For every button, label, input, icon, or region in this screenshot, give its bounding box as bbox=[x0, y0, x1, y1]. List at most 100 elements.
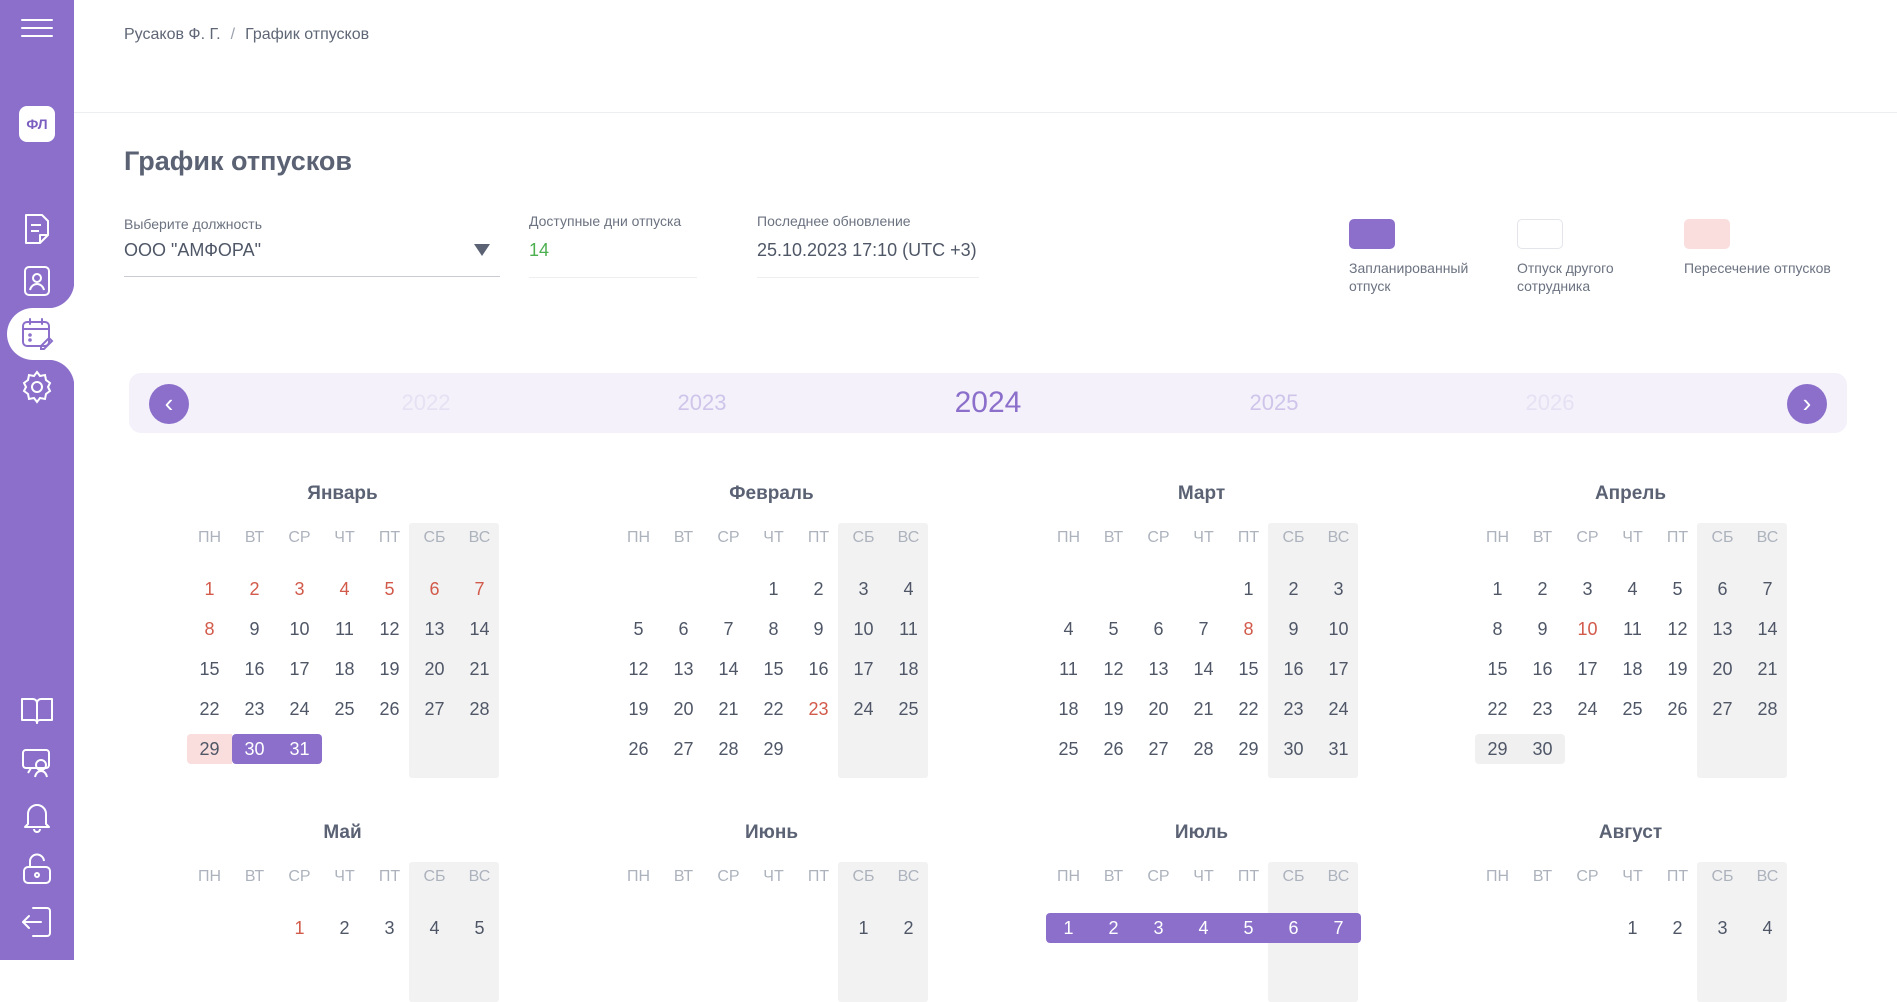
sidebar-item-knowledge-base[interactable] bbox=[0, 685, 74, 735]
sidebar-item-settings[interactable] bbox=[0, 362, 74, 412]
calendar-day[interactable]: 9 bbox=[796, 614, 841, 644]
calendar-day[interactable]: 24 bbox=[1316, 694, 1361, 724]
calendar-day[interactable]: 2 bbox=[1271, 574, 1316, 604]
calendar-day[interactable]: 28 bbox=[706, 734, 751, 764]
year-2026[interactable]: 2026 bbox=[1526, 373, 1575, 433]
calendar-day[interactable]: 3 bbox=[367, 913, 412, 943]
calendar-day[interactable]: 22 bbox=[1226, 694, 1271, 724]
sidebar-item-logout[interactable] bbox=[0, 897, 74, 947]
sidebar-item-access[interactable] bbox=[0, 844, 74, 894]
calendar-day[interactable]: 5 bbox=[1226, 913, 1271, 943]
calendar-day[interactable]: 1 bbox=[1046, 913, 1091, 943]
calendar-day[interactable]: 5 bbox=[1091, 614, 1136, 644]
calendar-day[interactable]: 2 bbox=[1091, 913, 1136, 943]
calendar-day[interactable]: 12 bbox=[1091, 654, 1136, 684]
calendar-day[interactable]: 13 bbox=[412, 614, 457, 644]
calendar-day[interactable]: 27 bbox=[661, 734, 706, 764]
calendar-day[interactable]: 25 bbox=[886, 694, 931, 724]
sidebar-item-notifications[interactable] bbox=[0, 791, 74, 841]
calendar-day[interactable]: 18 bbox=[1610, 654, 1655, 684]
calendar-day[interactable]: 16 bbox=[1520, 654, 1565, 684]
calendar-day[interactable]: 27 bbox=[412, 694, 457, 724]
year-2022[interactable]: 2022 bbox=[402, 373, 451, 433]
calendar-day[interactable]: 7 bbox=[457, 574, 502, 604]
breadcrumb-user[interactable]: Русаков Ф. Г. bbox=[124, 26, 221, 44]
calendar-day[interactable]: 2 bbox=[232, 574, 277, 604]
calendar-day[interactable]: 22 bbox=[751, 694, 796, 724]
calendar-day[interactable]: 7 bbox=[1316, 913, 1361, 943]
calendar-day[interactable]: 30 bbox=[1271, 734, 1316, 764]
calendar-day[interactable]: 2 bbox=[796, 574, 841, 604]
calendar-day[interactable]: 1 bbox=[187, 574, 232, 604]
calendar-day[interactable]: 1 bbox=[1475, 574, 1520, 604]
calendar-day[interactable]: 25 bbox=[322, 694, 367, 724]
calendar-day[interactable]: 3 bbox=[1316, 574, 1361, 604]
calendar-day[interactable]: 8 bbox=[1226, 614, 1271, 644]
calendar-day[interactable]: 4 bbox=[1745, 913, 1790, 943]
calendar-day[interactable]: 16 bbox=[796, 654, 841, 684]
calendar-day[interactable]: 8 bbox=[751, 614, 796, 644]
dropdown-arrow-icon[interactable] bbox=[474, 244, 490, 256]
calendar-day[interactable]: 24 bbox=[277, 694, 322, 724]
calendar-day[interactable]: 3 bbox=[277, 574, 322, 604]
calendar-day[interactable]: 14 bbox=[457, 614, 502, 644]
calendar-day[interactable]: 2 bbox=[1520, 574, 1565, 604]
prev-year-button[interactable]: ‹ bbox=[149, 384, 189, 424]
calendar-day[interactable]: 29 bbox=[187, 734, 232, 764]
calendar-day[interactable]: 20 bbox=[1700, 654, 1745, 684]
calendar-day[interactable]: 26 bbox=[1655, 694, 1700, 724]
calendar-day[interactable]: 12 bbox=[616, 654, 661, 684]
calendar-day[interactable]: 23 bbox=[1520, 694, 1565, 724]
calendar-day[interactable]: 18 bbox=[1046, 694, 1091, 724]
calendar-day[interactable]: 14 bbox=[1745, 614, 1790, 644]
calendar-day[interactable]: 3 bbox=[1700, 913, 1745, 943]
calendar-day[interactable]: 10 bbox=[1565, 614, 1610, 644]
calendar-day[interactable]: 11 bbox=[1046, 654, 1091, 684]
calendar-day[interactable]: 15 bbox=[1475, 654, 1520, 684]
calendar-day[interactable]: 12 bbox=[1655, 614, 1700, 644]
position-select[interactable]: ООО "АМФОРА" bbox=[124, 240, 261, 261]
calendar-day[interactable]: 4 bbox=[1046, 614, 1091, 644]
calendar-day[interactable]: 23 bbox=[796, 694, 841, 724]
calendar-day[interactable]: 20 bbox=[1136, 694, 1181, 724]
calendar-day[interactable]: 1 bbox=[841, 913, 886, 943]
calendar-day[interactable]: 17 bbox=[1565, 654, 1610, 684]
calendar-day[interactable]: 19 bbox=[367, 654, 412, 684]
calendar-day[interactable]: 6 bbox=[661, 614, 706, 644]
calendar-day[interactable]: 17 bbox=[1316, 654, 1361, 684]
calendar-day[interactable]: 6 bbox=[1700, 574, 1745, 604]
calendar-day[interactable]: 6 bbox=[412, 574, 457, 604]
year-2023[interactable]: 2023 bbox=[678, 373, 727, 433]
calendar-day[interactable]: 13 bbox=[661, 654, 706, 684]
calendar-day[interactable]: 30 bbox=[1520, 734, 1565, 764]
calendar-day[interactable]: 12 bbox=[367, 614, 412, 644]
menu-button[interactable] bbox=[0, 3, 74, 53]
company-logo[interactable]: ФЛ bbox=[19, 106, 55, 142]
calendar-day[interactable]: 26 bbox=[1091, 734, 1136, 764]
calendar-day[interactable]: 19 bbox=[616, 694, 661, 724]
calendar-day[interactable]: 22 bbox=[187, 694, 232, 724]
calendar-day[interactable]: 4 bbox=[1610, 574, 1655, 604]
calendar-day[interactable]: 25 bbox=[1046, 734, 1091, 764]
calendar-day[interactable]: 19 bbox=[1091, 694, 1136, 724]
calendar-day[interactable]: 2 bbox=[1655, 913, 1700, 943]
calendar-day[interactable]: 4 bbox=[322, 574, 367, 604]
calendar-day[interactable]: 15 bbox=[1226, 654, 1271, 684]
calendar-day[interactable]: 28 bbox=[1745, 694, 1790, 724]
calendar-day[interactable]: 2 bbox=[322, 913, 367, 943]
calendar-day[interactable]: 29 bbox=[1226, 734, 1271, 764]
calendar-day[interactable]: 15 bbox=[751, 654, 796, 684]
calendar-day[interactable]: 9 bbox=[1271, 614, 1316, 644]
calendar-day[interactable]: 30 bbox=[232, 734, 277, 764]
calendar-day[interactable]: 11 bbox=[1610, 614, 1655, 644]
calendar-day[interactable]: 1 bbox=[1226, 574, 1271, 604]
sidebar-item-employee[interactable] bbox=[0, 256, 74, 306]
calendar-day[interactable]: 27 bbox=[1700, 694, 1745, 724]
calendar-day[interactable]: 7 bbox=[1745, 574, 1790, 604]
sidebar-item-documents[interactable] bbox=[0, 204, 74, 254]
calendar-day[interactable]: 3 bbox=[1565, 574, 1610, 604]
calendar-day[interactable]: 14 bbox=[1181, 654, 1226, 684]
calendar-day[interactable]: 5 bbox=[1655, 574, 1700, 604]
calendar-day[interactable]: 3 bbox=[841, 574, 886, 604]
calendar-day[interactable]: 1 bbox=[751, 574, 796, 604]
